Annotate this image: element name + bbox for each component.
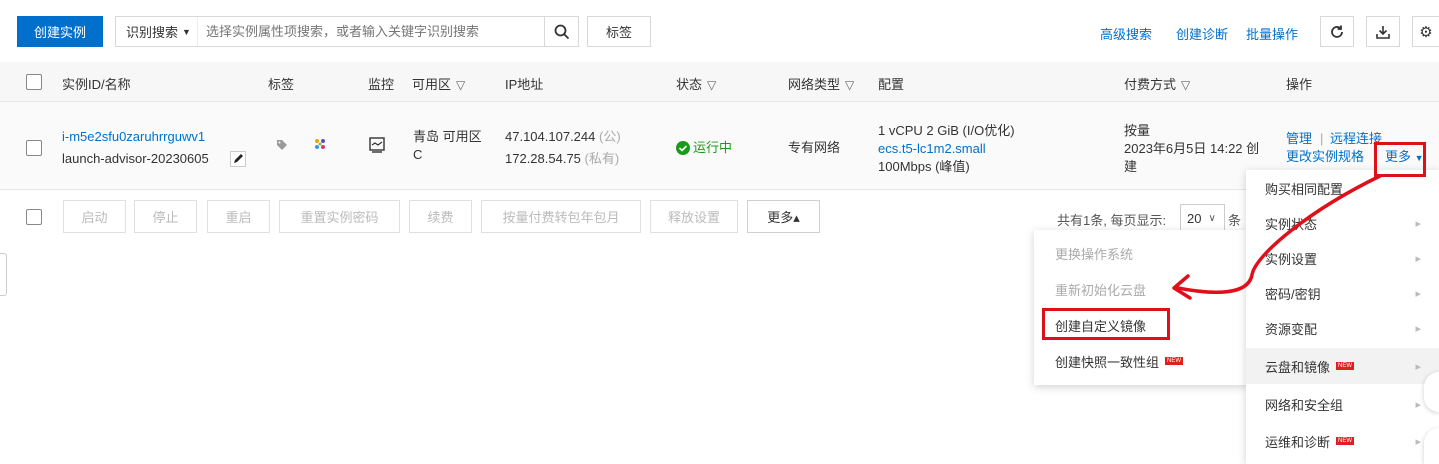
check-circle-icon: [676, 141, 690, 158]
config-line1: 1 vCPU 2 GiB (I/O优化): [878, 123, 1015, 138]
status-running: 运行中: [693, 140, 733, 155]
private-ip: 172.28.54.75: [505, 151, 581, 166]
footer-more-button[interactable]: 更多▴: [747, 200, 820, 233]
new-badge: NEW: [1336, 362, 1355, 370]
instance-name: launch-advisor-20230605: [62, 151, 209, 166]
batch-operation-link[interactable]: 批量操作: [1246, 24, 1298, 43]
new-badge: NEW: [1336, 437, 1355, 445]
menu-ops-diagnosis-label: 运维和诊断: [1265, 434, 1331, 450]
tag-cloud-icon[interactable]: [312, 136, 328, 155]
restart-button[interactable]: 重启: [207, 200, 270, 233]
header-network[interactable]: 网络类型 ▽: [788, 74, 854, 93]
header-operations: 操作: [1286, 77, 1313, 92]
search-input[interactable]: [197, 24, 550, 39]
private-ip-tag: (私有): [584, 151, 620, 166]
monitor-icon[interactable]: [369, 137, 385, 156]
public-ip: 47.104.107.244: [505, 129, 596, 144]
manage-link[interactable]: 管理: [1286, 130, 1312, 148]
menu-ops-diagnosis[interactable]: 运维和诊断 NEW ▸: [1246, 423, 1439, 459]
stop-button[interactable]: 停止: [134, 200, 197, 233]
create-instance-button[interactable]: 创建实例: [17, 16, 103, 47]
billing-line1: 按量: [1124, 123, 1151, 138]
public-ip-tag: (公): [599, 129, 621, 144]
header-monitor: 监控: [368, 77, 395, 92]
search-type-label: 识别搜索: [126, 25, 179, 40]
config-line3: 100Mbps (峰值): [878, 159, 970, 174]
zone-line1: 青岛 可用区: [413, 129, 482, 144]
reset-password-button[interactable]: 重置实例密码: [279, 200, 400, 233]
chevron-right-icon: ▸: [1415, 322, 1421, 335]
filter-icon[interactable]: ▽: [845, 78, 854, 92]
download-button[interactable]: [1366, 16, 1400, 47]
menu-resource-change[interactable]: 资源变配 ▸: [1246, 310, 1439, 346]
download-icon: [1376, 25, 1390, 39]
new-badge: NEW: [1165, 357, 1184, 365]
advanced-search-link[interactable]: 高级搜索: [1100, 24, 1152, 43]
menu-disk-image[interactable]: 云盘和镜像 NEW ▸: [1246, 348, 1439, 384]
search-type-select[interactable]: 识别搜索 ▼: [116, 17, 198, 46]
search-box: 识别搜索 ▼ ?: [115, 16, 579, 47]
menu-network-security-label: 网络和安全组: [1265, 397, 1344, 413]
header-zone-label: 可用区: [412, 77, 452, 92]
tag-filter-button[interactable]: 标签: [587, 16, 651, 47]
start-button[interactable]: 启动: [63, 200, 126, 233]
menu-disk-image-label: 云盘和镜像: [1265, 359, 1331, 375]
filter-icon[interactable]: ▽: [1181, 78, 1190, 92]
header-id-name: 实例ID/名称: [62, 77, 131, 92]
annotation-arrow: [1172, 174, 1382, 300]
header-billing[interactable]: 付费方式 ▽: [1124, 74, 1190, 93]
search-icon: [554, 24, 569, 39]
convert-billing-button[interactable]: 按量付费转包年包月: [481, 200, 641, 233]
table-header: 实例ID/名称 标签 监控 可用区 ▽ IP地址 状态 ▽ 网络类型 ▽ 配置 付费方…: [0, 62, 1439, 102]
row-checkbox[interactable]: [26, 140, 42, 156]
menu-resource-change-label: 资源变配: [1265, 321, 1318, 337]
floating-feedback-widget[interactable]: [1424, 428, 1439, 464]
footer-select-all-checkbox[interactable]: [26, 209, 42, 225]
network-type: 专有网络: [788, 140, 841, 155]
refresh-button[interactable]: [1320, 16, 1354, 47]
header-billing-label: 付费方式: [1124, 77, 1177, 92]
instance-id-link[interactable]: i-m5e2sfu0zaruhrrguwv1: [62, 128, 205, 146]
instance-type-link[interactable]: ecs.t5-lc1m2.small: [878, 140, 986, 158]
chevron-right-icon: ▸: [1415, 435, 1421, 448]
header-status-label: 状态: [676, 77, 703, 92]
annotation-box-create-image: [1042, 308, 1170, 340]
header-status[interactable]: 状态 ▽: [676, 74, 716, 93]
submenu-replace-os-label: 更换操作系统: [1055, 246, 1134, 262]
create-diagnosis-link[interactable]: 创建诊断: [1176, 24, 1228, 43]
floating-help-widget[interactable]: [1424, 372, 1439, 412]
header-zone[interactable]: 可用区 ▽: [412, 74, 465, 93]
header-ip: IP地址: [505, 77, 544, 92]
billing-line3: 建: [1124, 159, 1138, 174]
submenu-create-snapshot-group-label: 创建快照一致性组: [1055, 354, 1160, 370]
zone-line2: C: [413, 147, 423, 162]
header-network-label: 网络类型: [788, 77, 841, 92]
change-spec-link[interactable]: 更改实例规格: [1286, 148, 1364, 166]
chevron-right-icon: ▸: [1415, 360, 1421, 373]
filter-icon[interactable]: ▽: [456, 78, 465, 92]
submenu-reinit-disk-label: 重新初始化云盘: [1055, 282, 1147, 298]
settings-button[interactable]: ⚙: [1412, 16, 1439, 47]
filter-icon[interactable]: ▽: [707, 78, 716, 92]
gear-icon: ⚙: [1419, 23, 1433, 41]
release-settings-button[interactable]: 释放设置: [650, 200, 738, 233]
header-config: 配置: [878, 77, 905, 92]
header-tag: 标签: [268, 77, 295, 92]
caret-down-icon: ▼: [182, 26, 191, 37]
search-button[interactable]: [544, 16, 579, 47]
ops-separator: |: [1320, 131, 1324, 146]
select-all-checkbox[interactable]: [26, 74, 42, 90]
submenu-create-snapshot-group[interactable]: 创建快照一致性组 NEW: [1034, 343, 1248, 379]
pencil-icon[interactable]: [230, 151, 246, 170]
side-collapse-handle[interactable]: [0, 253, 7, 296]
tag-icon[interactable]: [276, 139, 288, 154]
refresh-icon: [1331, 25, 1343, 38]
menu-network-security[interactable]: 网络和安全组 ▸: [1246, 386, 1439, 422]
chevron-right-icon: ▸: [1415, 398, 1421, 411]
pagination-text: 共有1条, 每页显示:: [1057, 213, 1167, 228]
renew-button[interactable]: 续费: [409, 200, 472, 233]
billing-line2: 2023年6月5日 14:22 创: [1124, 141, 1260, 156]
